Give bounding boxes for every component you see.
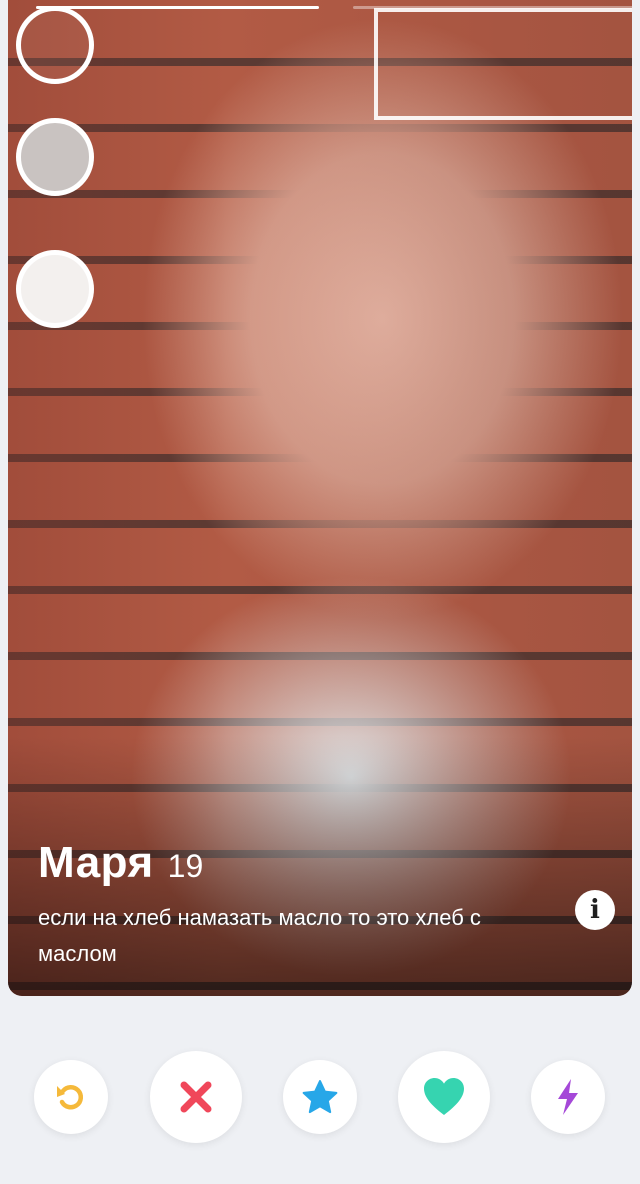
sticker-circle — [16, 118, 94, 196]
star-icon — [302, 1080, 338, 1114]
profile-age: 19 — [167, 848, 204, 884]
sticker-circle — [16, 250, 94, 328]
heart-icon — [424, 1078, 464, 1115]
profile-name: Маря — [38, 838, 154, 887]
photo-sticker-frame — [374, 8, 632, 120]
close-icon — [180, 1081, 212, 1113]
name-line: Маря 19 — [38, 838, 558, 888]
boost-button[interactable] — [531, 1060, 605, 1134]
lightning-icon — [558, 1079, 578, 1115]
profile-card[interactable]: Маря 19 если на хлеб намазать масло то э… — [8, 0, 632, 996]
photo-sticker-circles — [16, 0, 106, 370]
info-button[interactable]: i — [575, 890, 615, 930]
info-icon: i — [590, 895, 600, 925]
profile-bio: если на хлеб намазать масло то это хлеб … — [38, 905, 481, 966]
sticker-circle — [16, 6, 94, 84]
rewind-icon — [57, 1085, 84, 1110]
action-bar — [0, 1050, 640, 1146]
nope-button[interactable] — [150, 1051, 242, 1143]
like-button[interactable] — [398, 1051, 490, 1143]
profile-info: Маря 19 если на хлеб намазать масло то э… — [38, 838, 558, 972]
super-like-button[interactable] — [283, 1060, 357, 1134]
rewind-button[interactable] — [34, 1060, 108, 1134]
